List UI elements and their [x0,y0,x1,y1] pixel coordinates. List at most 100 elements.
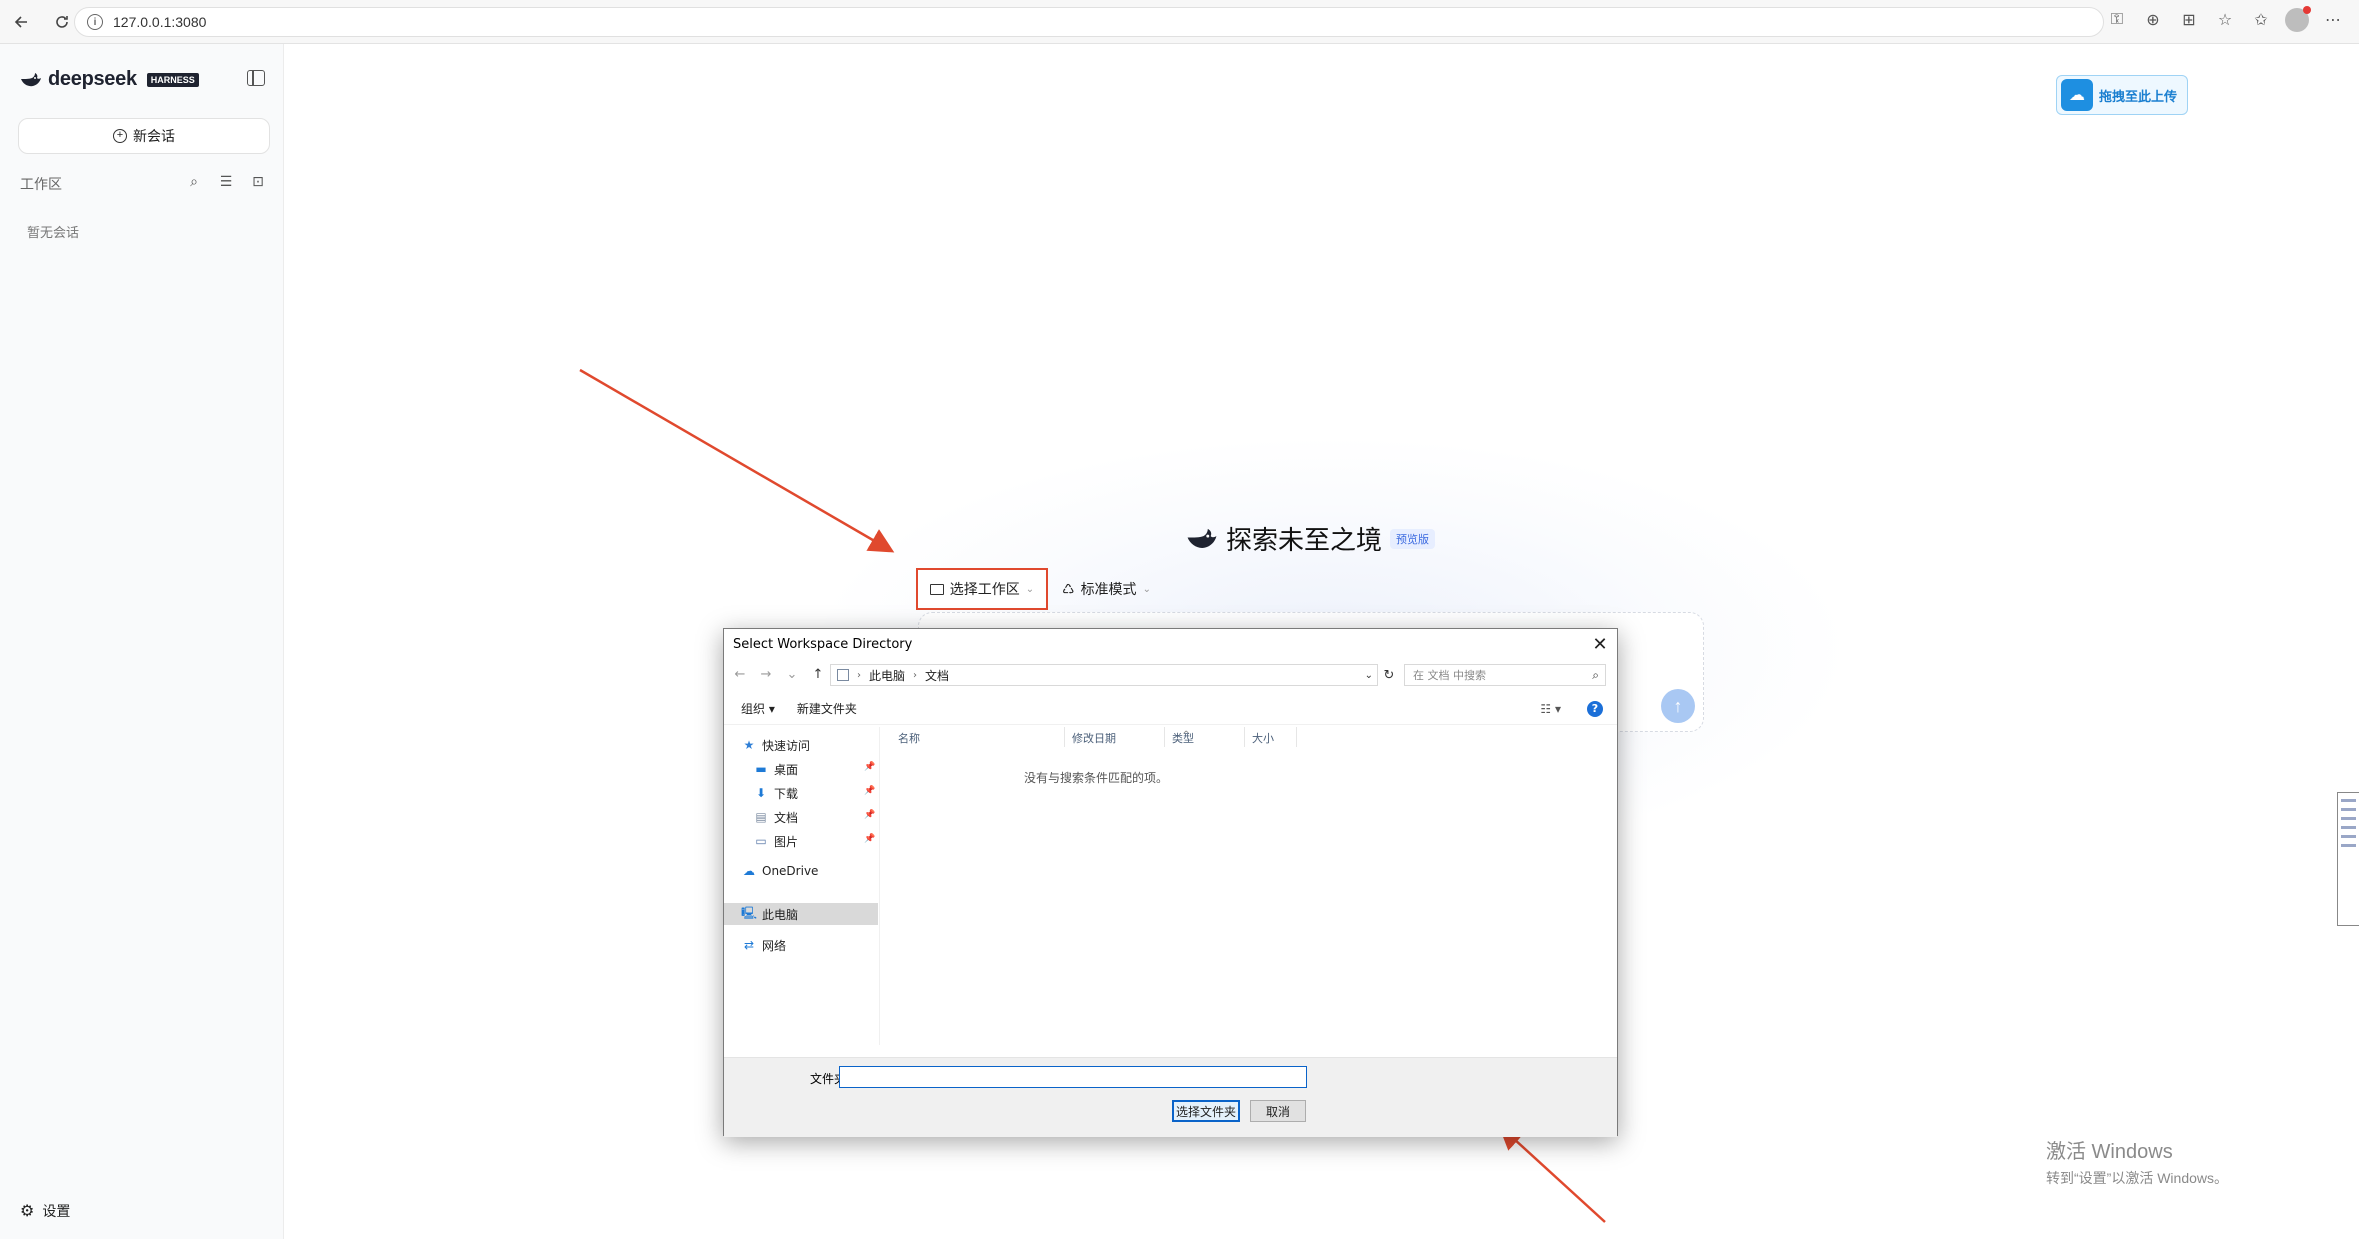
tree-item-onedrive[interactable]: ☁ OneDrive [742,861,818,881]
pin-icon: 📌 [864,834,876,844]
tree-item-quick-access[interactable]: ★ 快速访问 [742,735,810,755]
star-icon: ★ [743,738,755,752]
favorites-list-icon[interactable]: ✩ [2249,8,2273,32]
extensions-icon[interactable]: ⊞ [2177,8,2201,32]
mode-dropdown[interactable]: ♺ 标准模式 ⌄ [1056,579,1157,599]
more-menu-icon[interactable]: ⋯ [2321,8,2345,32]
brand-logo[interactable]: deepseek HARNESS [20,68,199,91]
dialog-footer: 文件夹: 选择文件夹 取消 [724,1057,1617,1137]
navigation-tree: ★ 快速访问 ▬ 桌面 📌 ⬇ 下载 📌 ▤ 文档 📌 ▭ 图片 📌 ☁ One… [724,727,880,1045]
tree-item-label: OneDrive [762,864,819,878]
tree-item-this-pc[interactable]: 🖳 此电脑 [741,904,799,924]
breadcrumb[interactable]: › 此电脑 › 文档 ⌄ [830,664,1378,686]
tree-item-label: 此电脑 [762,907,799,922]
preview-line [2341,817,2356,820]
cloud-icon: ☁ [743,864,755,878]
column-name[interactable]: 名称 [898,730,920,746]
pin-icon: 📌 [864,762,876,772]
deepseek-whale-icon [1187,528,1217,548]
tree-item-desktop[interactable]: ▬ 桌面 [754,759,798,779]
favorite-star-icon[interactable]: ☆ [2213,8,2237,32]
column-size[interactable]: 大小 [1252,730,1274,746]
workspace-tools: ⌕ ☰ ⊡ [185,172,267,190]
column-modified[interactable]: 修改日期 [1072,730,1116,746]
column-divider [1244,727,1245,747]
close-icon[interactable]: ✕ [1589,633,1611,655]
empty-conversations-text: 暂无会话 [27,225,80,240]
tree-item-documents[interactable]: ▤ 文档 [754,807,798,827]
dialog-toolbar: 组织 ▾ 新建文件夹 ☷ ▾ ? [724,693,1617,725]
download-icon: ⬇ [755,786,767,800]
info-icon[interactable]: i [87,14,103,30]
tree-item-label: 图片 [774,834,799,849]
view-options-icon[interactable]: ☷ ▾ [1540,702,1561,716]
preview-line [2341,799,2356,802]
column-divider [1164,727,1165,747]
preview-line [2341,844,2356,847]
select-folder-button[interactable]: 选择文件夹 [1172,1100,1240,1122]
empty-list-message: 没有与搜索条件匹配的项。 [1024,771,1169,785]
hero-title: 探索未至之境 [1226,525,1383,555]
column-type[interactable]: 类型 [1172,730,1194,746]
tree-item-pictures[interactable]: ▭ 图片 [754,831,798,851]
new-folder-icon[interactable]: ⊡ [249,172,267,190]
new-chat-button[interactable]: + 新会话 [18,118,270,154]
pin-icon: 📌 [864,786,876,796]
chevron-right-icon: › [913,669,918,681]
chevron-down-icon[interactable]: ⌄ [1365,670,1373,681]
search-placeholder: 在 文档 中搜索 [1413,669,1486,682]
tree-item-network[interactable]: ⇄ 网络 [742,935,786,955]
preview-line [2341,835,2356,838]
tree-item-label: 桌面 [774,762,799,777]
send-arrow-icon[interactable]: ↑ [1661,689,1695,723]
folder-name-field[interactable] [839,1066,1307,1088]
help-icon[interactable]: ? [1587,700,1603,717]
drag-upload-badge[interactable]: ☁ 拖拽至此上传 [2056,75,2188,115]
cloud-upload-icon: ☁ [2061,79,2093,111]
search-input[interactable]: 在 文档 中搜索 ⌕ [1404,664,1606,686]
computer-icon [837,669,849,681]
preview-line [2341,808,2356,811]
composer-options: 选择工作区 ⌄ ♺ 标准模式 ⌄ [916,568,1157,610]
watermark-line2: 转到“设置”以激活 Windows。 [2046,1170,2229,1186]
translate-icon[interactable]: ⊕ [2141,8,2165,32]
picture-icon: ▭ [755,834,767,848]
up-arrow-icon[interactable]: ↑ [808,664,828,684]
settings-button[interactable]: ⚙ 设置 [20,1201,70,1221]
select-workspace-button[interactable]: 选择工作区 ⌄ [916,568,1048,610]
back-icon[interactable] [4,4,40,40]
gear-icon: ⚙ [20,1203,35,1220]
profile-avatar[interactable] [2285,6,2311,32]
windows-activation-watermark: 激活 Windows 转到“设置”以激活 Windows。 [2046,1135,2228,1188]
watermark-line1: 激活 Windows [2046,1141,2173,1163]
back-arrow-icon[interactable]: ← [730,664,750,684]
folder-picker-dialog: Select Workspace Directory ✕ ← → ⌄ ↑ › 此… [723,628,1618,1137]
search-icon: ⌕ [1592,667,1599,682]
refresh-icon[interactable]: ↻ [1378,664,1400,686]
chevron-down-icon: ⌄ [1025,583,1035,595]
upload-badge-label: 拖拽至此上传 [2099,88,2178,104]
tree-item-downloads[interactable]: ⬇ 下载 [754,783,798,803]
brand-badge: HARNESS [146,72,199,87]
tree-item-label: 网络 [762,938,787,953]
search-icon[interactable]: ⌕ [185,172,203,190]
deepseek-whale-icon [21,72,41,86]
cancel-button[interactable]: 取消 [1250,1100,1306,1122]
address-bar[interactable]: i 127.0.0.1:3080 [74,7,2104,37]
breadcrumb-item[interactable]: 文档 [925,667,949,684]
pin-icon: 📌 [864,810,876,820]
hero-heading: 探索未至之境 预览版 [1186,520,1436,557]
filter-icon[interactable]: ☰ [217,172,235,190]
document-icon: ▤ [755,810,767,824]
new-folder-button[interactable]: 新建文件夹 [797,700,857,717]
plus-circle-icon: + [113,129,127,143]
side-preview-thumbnail[interactable] [2337,792,2359,926]
sidebar: deepseek HARNESS + 新会话 工作区 ⌕ ☰ ⊡ 暂无会话 ⚙ … [0,44,284,1239]
key-icon[interactable]: ⚿ [2105,8,2129,32]
chevron-down-icon: ⌄ [1142,583,1151,595]
organize-menu[interactable]: 组织 ▾ [741,700,775,717]
forward-arrow-icon[interactable]: → [756,664,776,684]
breadcrumb-item[interactable]: 此电脑 [869,667,905,684]
recent-dropdown-icon[interactable]: ⌄ [782,664,802,684]
sidebar-collapse-icon[interactable] [247,70,265,86]
